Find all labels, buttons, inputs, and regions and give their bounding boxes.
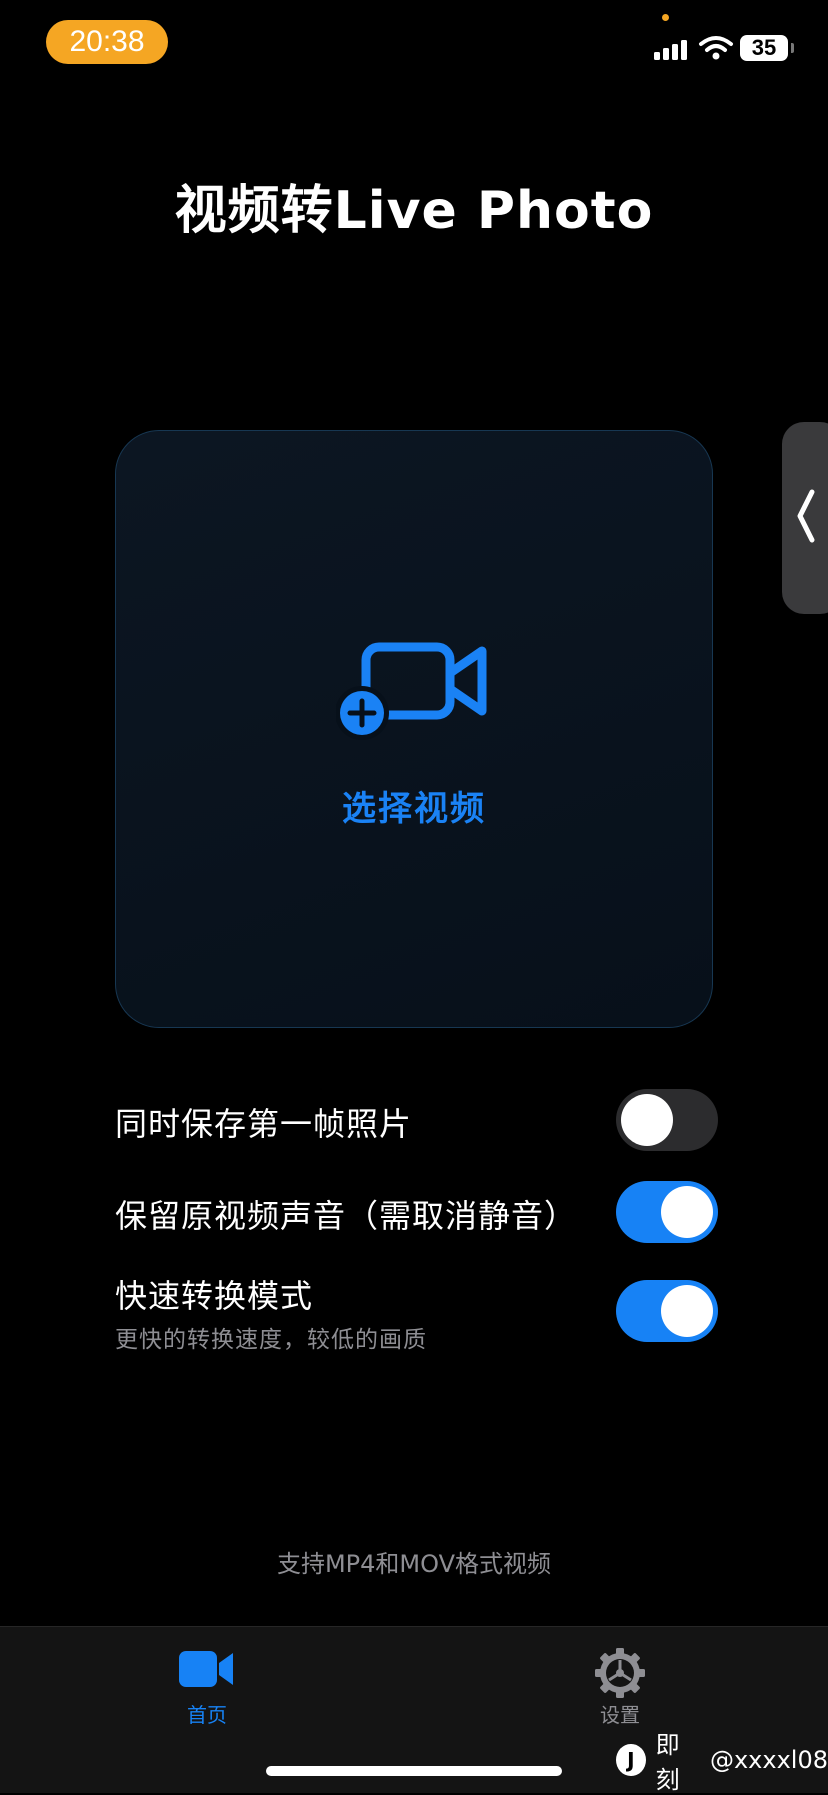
keep-audio-toggle[interactable] bbox=[616, 1181, 718, 1243]
option-keep-audio-label: 保留原视频声音（需取消静音） bbox=[115, 1197, 578, 1235]
option-save-first-frame-label: 同时保存第一帧照片 bbox=[115, 1105, 413, 1143]
home-indicator[interactable] bbox=[266, 1766, 562, 1776]
toggle-knob bbox=[661, 1285, 713, 1337]
battery-indicator: 35 bbox=[740, 35, 794, 61]
video-camera-icon bbox=[179, 1651, 233, 1687]
watermark: J 即刻 @xxxxl08 bbox=[616, 1731, 828, 1794]
status-time: 20:38 bbox=[46, 20, 168, 64]
gear-icon bbox=[595, 1648, 645, 1698]
cellular-signal-icon bbox=[654, 40, 687, 60]
video-camera-add-icon bbox=[336, 642, 487, 740]
chevron-left-icon bbox=[797, 489, 815, 543]
save-first-frame-toggle[interactable] bbox=[616, 1089, 718, 1151]
privacy-indicator bbox=[662, 14, 669, 21]
supported-formats-note: 支持MP4和MOV格式视频 bbox=[276, 1550, 552, 1578]
side-drawer-handle[interactable] bbox=[782, 422, 828, 614]
toggle-knob bbox=[661, 1186, 713, 1238]
option-fast-mode-label: 快速转换模式 bbox=[115, 1277, 314, 1315]
fast-mode-toggle[interactable] bbox=[616, 1280, 718, 1342]
wifi-icon bbox=[699, 36, 733, 60]
select-video-card[interactable]: 选择视频 bbox=[115, 430, 713, 1028]
tab-home-label: 首页 bbox=[187, 1703, 227, 1727]
option-fast-mode-sublabel: 更快的转换速度，较低的画质 bbox=[115, 1327, 427, 1353]
toggle-knob bbox=[621, 1094, 673, 1146]
tab-settings[interactable]: 设置 bbox=[560, 1627, 680, 1737]
page-title: 视频转Live Photo bbox=[174, 181, 654, 241]
watermark-brand: 即刻 bbox=[655, 1731, 680, 1794]
watermark-user: @xxxxl08 bbox=[709, 1746, 828, 1774]
tab-home[interactable]: 首页 bbox=[147, 1627, 267, 1737]
tab-settings-label: 设置 bbox=[600, 1703, 640, 1727]
select-video-label: 选择视频 bbox=[342, 789, 486, 829]
jike-logo-icon: J bbox=[616, 1744, 646, 1776]
